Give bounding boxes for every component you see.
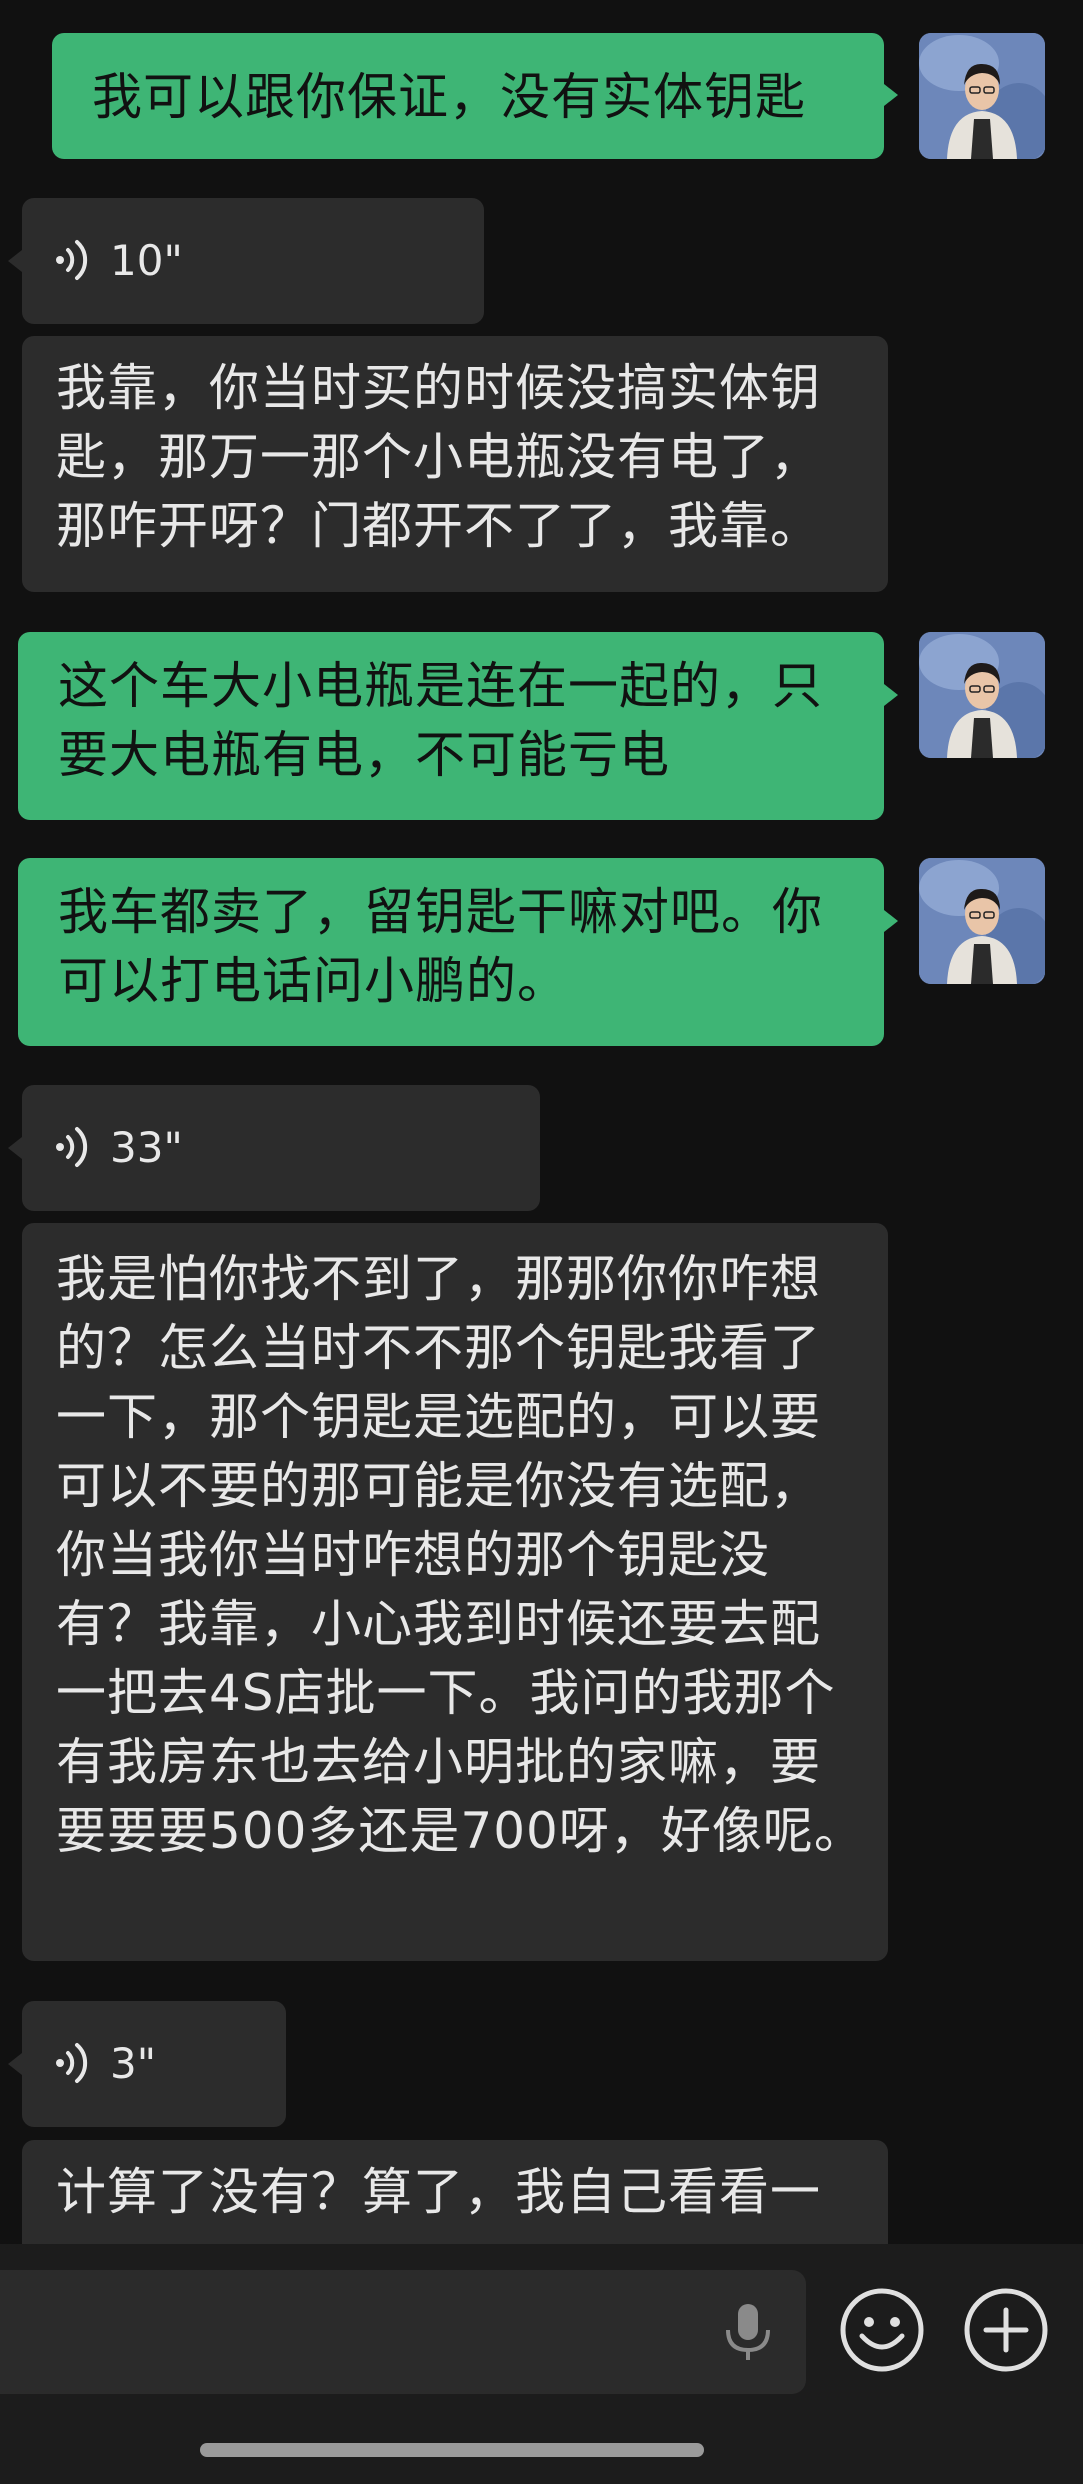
- message-bubble-outgoing[interactable]: 这个车大小电瓶是连在一起的，只要大电瓶有电，不可能亏电: [18, 632, 884, 820]
- message-text: 我靠，你当时买的时候没搞实体钥匙，那万一那个小电瓶没有电了，那咋开呀？门都开不了…: [56, 359, 821, 555]
- message-text: 我车都卖了，留钥匙干嘛对吧。你可以打电话问小鹏的。: [58, 883, 823, 1010]
- voice-message-bubble[interactable]: 33": [22, 1085, 540, 1211]
- message-input[interactable]: [0, 2270, 806, 2394]
- message-text: 计算了没有？算了，我自己看看一: [56, 2163, 821, 2221]
- message-text: 这个车大小电瓶是连在一起的，只要大电瓶有电，不可能亏电: [58, 657, 823, 784]
- avatar[interactable]: [919, 632, 1045, 758]
- avatar[interactable]: [919, 858, 1045, 984]
- voice-message-bubble[interactable]: 10": [22, 198, 484, 324]
- message-bubble-incoming[interactable]: 我是怕你找不到了，那那你你咋想的？怎么当时不不那个钥匙我看了一下，那个钥匙是选配…: [22, 1223, 888, 1961]
- voice-duration: 33": [110, 1123, 183, 1172]
- bubble-tail: [8, 2053, 22, 2075]
- voice-message-bubble[interactable]: 3": [22, 2001, 286, 2127]
- plus-circle-icon[interactable]: [962, 2286, 1050, 2374]
- microphone-icon[interactable]: [718, 2300, 778, 2364]
- bubble-tail: [8, 250, 22, 272]
- bubble-tail: [8, 1137, 22, 1159]
- message-text: 我是怕你找不到了，那那你你咋想的？怎么当时不不那个钥匙我看了一下，那个钥匙是选配…: [56, 1250, 865, 1860]
- emoji-smile-icon[interactable]: [838, 2286, 926, 2374]
- bubble-tail: [884, 84, 898, 106]
- avatar[interactable]: [919, 33, 1045, 159]
- voice-wave-icon: [56, 1127, 88, 1167]
- message-bubble-outgoing[interactable]: 我车都卖了，留钥匙干嘛对吧。你可以打电话问小鹏的。: [18, 858, 884, 1046]
- message-text: 我可以跟你保证，没有实体钥匙: [92, 68, 806, 126]
- bubble-tail: [884, 910, 898, 932]
- voice-duration: 3": [110, 2039, 157, 2088]
- voice-wave-icon: [56, 2043, 88, 2083]
- bubble-tail: [884, 684, 898, 706]
- voice-duration: 10": [110, 236, 183, 285]
- home-indicator[interactable]: [200, 2443, 704, 2457]
- voice-wave-icon: [56, 240, 88, 280]
- message-bubble-outgoing[interactable]: 我可以跟你保证，没有实体钥匙: [52, 33, 884, 159]
- message-bubble-incoming[interactable]: 我靠，你当时买的时候没搞实体钥匙，那万一那个小电瓶没有电了，那咋开呀？门都开不了…: [22, 336, 888, 592]
